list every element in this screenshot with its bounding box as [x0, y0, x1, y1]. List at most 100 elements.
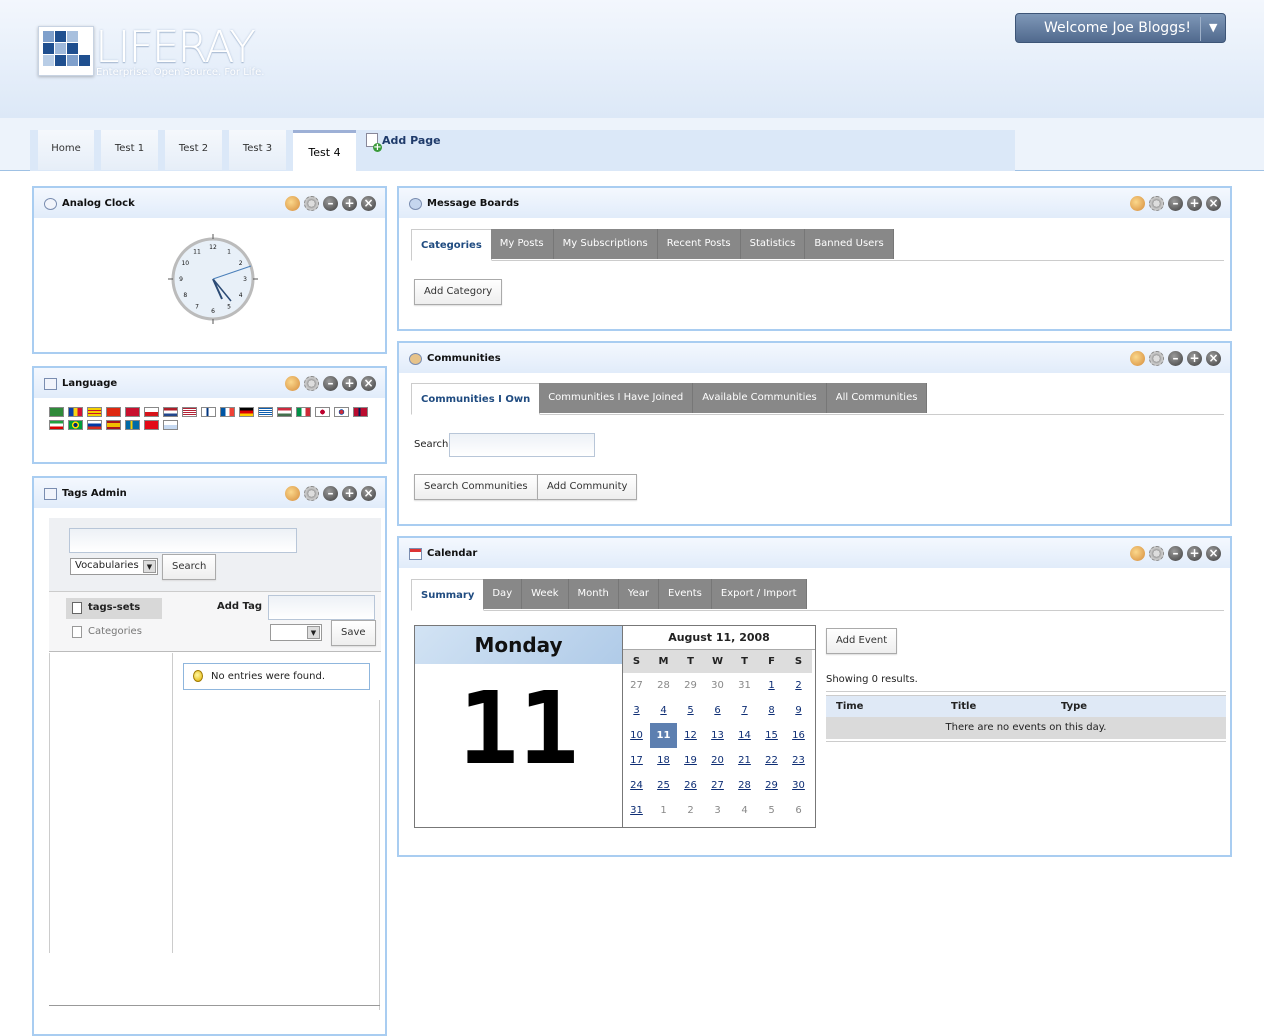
flag-icon[interactable]	[144, 407, 159, 417]
calendar-day[interactable]: 1	[758, 673, 785, 698]
close-icon[interactable]	[1206, 546, 1221, 561]
close-icon[interactable]	[1206, 351, 1221, 366]
minimize-icon[interactable]	[1168, 546, 1183, 561]
calendar-day[interactable]: 12	[677, 723, 704, 748]
configuration-icon[interactable]	[304, 376, 319, 391]
calendar-day[interactable]: 5	[677, 698, 704, 723]
close-icon[interactable]	[361, 196, 376, 211]
add-event-button[interactable]: Add Event	[826, 628, 898, 654]
tab-test-1[interactable]: Test 1	[101, 130, 158, 170]
minimize-icon[interactable]	[323, 486, 338, 501]
add-page-link[interactable]: Add Page	[366, 133, 441, 152]
liferay-logo-icon[interactable]	[38, 26, 94, 76]
tags-search-input[interactable]	[69, 528, 297, 553]
tab-communities-i-have-joined[interactable]: Communities I Have Joined	[539, 383, 694, 413]
tab-year[interactable]: Year	[618, 579, 660, 609]
close-icon[interactable]	[361, 376, 376, 391]
flag-icon[interactable]	[334, 407, 349, 417]
maximize-icon[interactable]	[1187, 351, 1202, 366]
tab-my-subscriptions[interactable]: My Subscriptions	[553, 229, 658, 259]
calendar-day[interactable]: 3	[623, 698, 650, 723]
add-category-button[interactable]: Add Category	[414, 279, 503, 305]
communities-search-input[interactable]	[449, 433, 595, 457]
maximize-icon[interactable]	[342, 486, 357, 501]
flag-icon[interactable]	[106, 420, 121, 430]
flag-icon[interactable]	[125, 407, 140, 417]
tree-item-tags-sets[interactable]: tags-sets	[66, 598, 162, 619]
calendar-day[interactable]: 29	[758, 773, 785, 798]
flag-icon[interactable]	[220, 407, 235, 417]
configuration-icon[interactable]	[1149, 351, 1164, 366]
tab-day[interactable]: Day	[483, 579, 523, 609]
calendar-day[interactable]: 25	[650, 773, 677, 798]
welcome-menu-button[interactable]: Welcome Joe Bloggs! ▼	[1015, 13, 1226, 43]
tab-week[interactable]: Week	[522, 579, 569, 609]
flag-icon[interactable]	[68, 407, 83, 417]
calendar-day[interactable]: 27	[704, 773, 731, 798]
calendar-day[interactable]: 6	[704, 698, 731, 723]
flag-icon[interactable]	[182, 407, 197, 417]
calendar-day[interactable]: 24	[623, 773, 650, 798]
tab-categories[interactable]: Categories	[411, 229, 492, 261]
flag-icon[interactable]	[163, 420, 178, 430]
tab-test-2[interactable]: Test 2	[165, 130, 222, 170]
configuration-icon[interactable]	[1149, 196, 1164, 211]
add-community-button[interactable]: Add Community	[537, 474, 638, 500]
maximize-icon[interactable]	[342, 376, 357, 391]
look-and-feel-icon[interactable]	[1130, 196, 1145, 211]
flag-icon[interactable]	[296, 407, 311, 417]
calendar-day[interactable]: 9	[785, 698, 812, 723]
column-type[interactable]: Type	[1061, 701, 1087, 712]
flag-icon[interactable]	[87, 407, 102, 417]
look-and-feel-icon[interactable]	[1130, 546, 1145, 561]
calendar-day[interactable]: 19	[677, 748, 704, 773]
tab-export-import[interactable]: Export / Import	[711, 579, 807, 609]
column-time[interactable]: Time	[836, 701, 863, 712]
maximize-icon[interactable]	[1187, 196, 1202, 211]
flag-icon[interactable]	[239, 407, 254, 417]
calendar-day[interactable]: 16	[785, 723, 812, 748]
calendar-day[interactable]: 17	[623, 748, 650, 773]
tags-search-button[interactable]: Search	[162, 554, 217, 580]
add-tag-input[interactable]	[268, 595, 375, 620]
configuration-icon[interactable]	[304, 196, 319, 211]
flag-icon[interactable]	[277, 407, 292, 417]
tab-home[interactable]: Home	[38, 130, 94, 170]
calendar-day-today[interactable]: 11	[650, 723, 677, 748]
flag-icon[interactable]	[87, 420, 102, 430]
tab-test-4[interactable]: Test 4	[293, 130, 356, 171]
calendar-day[interactable]: 8	[758, 698, 785, 723]
close-icon[interactable]	[1206, 196, 1221, 211]
tab-my-posts[interactable]: My Posts	[490, 229, 554, 259]
calendar-day[interactable]: 13	[704, 723, 731, 748]
minimize-icon[interactable]	[323, 376, 338, 391]
search-communities-button[interactable]: Search Communities	[414, 474, 538, 500]
column-title[interactable]: Title	[951, 701, 976, 712]
tab-communities-i-own[interactable]: Communities I Own	[411, 383, 541, 415]
tab-all-communities[interactable]: All Communities	[826, 383, 928, 413]
vocabularies-select[interactable]: Vocabularies ▼	[70, 558, 158, 575]
save-button[interactable]: Save	[331, 620, 376, 646]
flag-icon[interactable]	[201, 407, 216, 417]
calendar-day[interactable]: 20	[704, 748, 731, 773]
flag-icon[interactable]	[258, 407, 273, 417]
calendar-day[interactable]: 21	[731, 748, 758, 773]
tab-available-communities[interactable]: Available Communities	[693, 383, 827, 413]
flag-icon[interactable]	[315, 407, 330, 417]
flag-icon[interactable]	[125, 420, 140, 430]
tab-statistics[interactable]: Statistics	[740, 229, 806, 259]
tag-set-select[interactable]: ▼	[270, 624, 322, 641]
minimize-icon[interactable]	[1168, 351, 1183, 366]
tab-events[interactable]: Events	[659, 579, 712, 609]
maximize-icon[interactable]	[342, 196, 357, 211]
calendar-day[interactable]: 26	[677, 773, 704, 798]
minimize-icon[interactable]	[1168, 196, 1183, 211]
tab-summary[interactable]: Summary	[411, 579, 485, 611]
flag-icon[interactable]	[68, 420, 83, 430]
calendar-day[interactable]: 2	[785, 673, 812, 698]
calendar-day[interactable]: 14	[731, 723, 758, 748]
calendar-day[interactable]: 10	[623, 723, 650, 748]
calendar-day[interactable]: 30	[785, 773, 812, 798]
look-and-feel-icon[interactable]	[1130, 351, 1145, 366]
calendar-day[interactable]: 7	[731, 698, 758, 723]
